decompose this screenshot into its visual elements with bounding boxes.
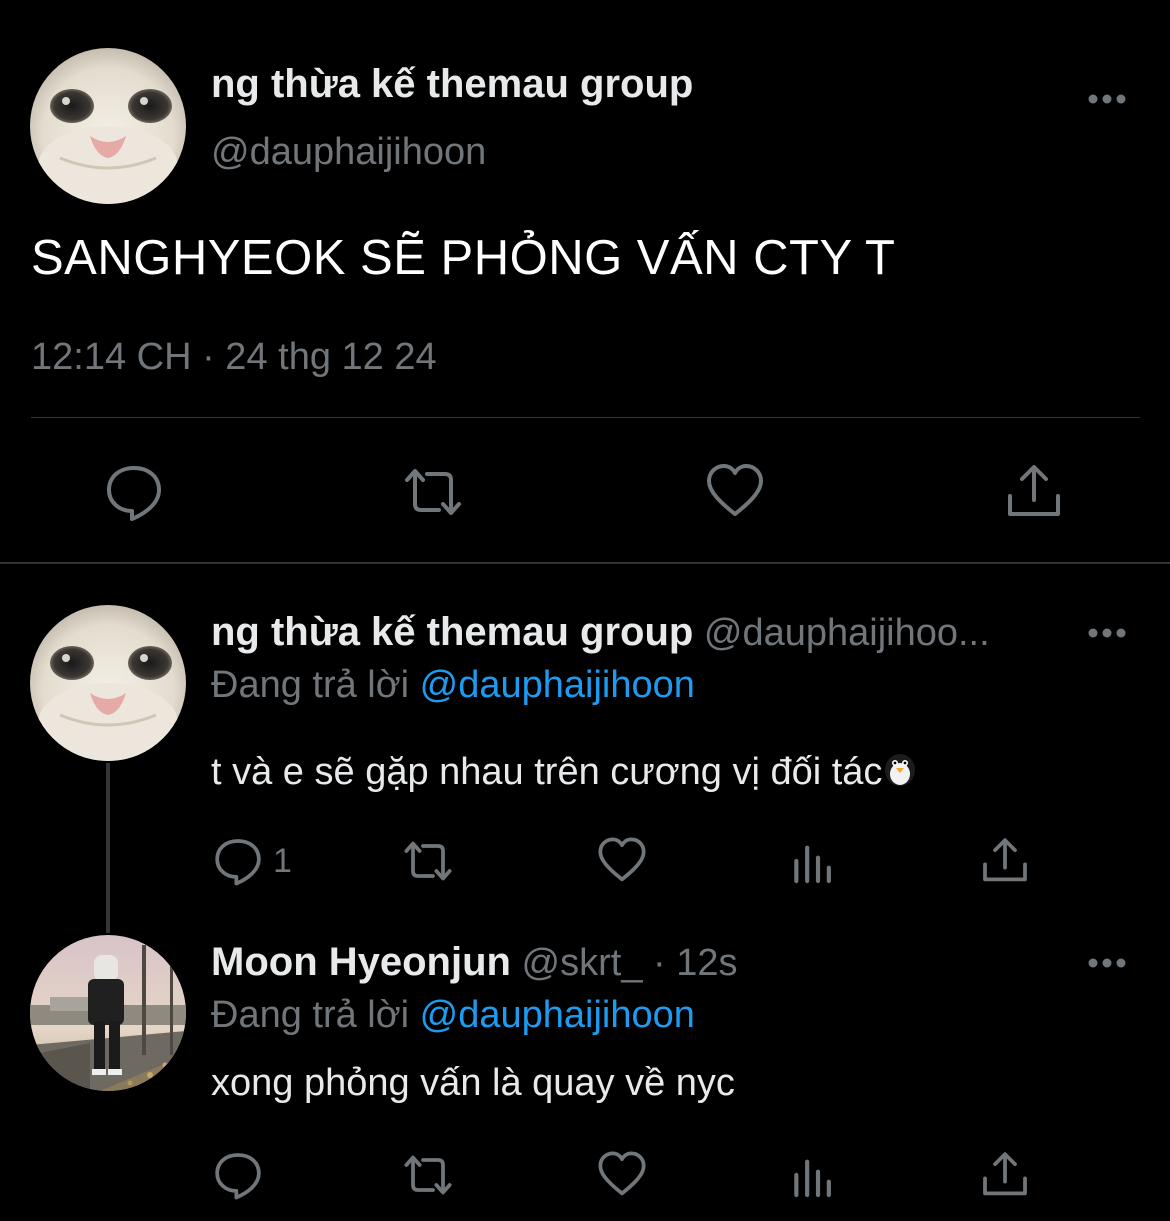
penguin-emoji-icon [882, 748, 918, 788]
more-options-icon[interactable] [1087, 626, 1127, 640]
divider [31, 417, 1140, 418]
main-tweet: ng thừa kế themau group @dauphaijihoon S… [0, 0, 1170, 564]
reply-1-replying-to: Đang trả lời @dauphaijihoon [211, 664, 695, 707]
reply-2-text: xong phỏng vấn là quay về nyc [211, 1062, 735, 1104]
share-icon[interactable] [1004, 462, 1064, 522]
street-photo-avatar-icon [30, 935, 186, 1091]
tweet-thread-page: ng thừa kế themau group @dauphaijihoon S… [0, 0, 1170, 1221]
replying-mention-link[interactable]: @dauphaijihoon [420, 994, 695, 1036]
reply-1-handle[interactable]: @dauphaijihoo... [704, 612, 990, 654]
share-icon[interactable] [980, 836, 1030, 886]
cat-face-avatar-icon [30, 605, 186, 761]
like-icon[interactable] [597, 1150, 647, 1200]
reply-1-text-body: t và e sẽ gặp nhau trên cương vị đối tác [211, 751, 883, 793]
reply-2-replying-to: Đang trả lời @dauphaijihoon [211, 994, 695, 1037]
retweet-icon[interactable] [403, 1150, 453, 1200]
reply-count: 1 [273, 842, 292, 880]
reply-icon[interactable] [213, 1150, 263, 1200]
reply-2-avatar[interactable] [30, 935, 186, 1091]
reply-1-avatar[interactable] [30, 605, 186, 761]
reply-2-display-name[interactable]: Moon Hyeonjun [211, 940, 511, 984]
retweet-icon[interactable] [403, 836, 453, 886]
replying-label: Đang trả lời [211, 664, 410, 706]
reply-icon[interactable] [213, 836, 263, 886]
thread-connector-line [106, 763, 110, 933]
tweet-timestamp[interactable]: 12:14 CH · 24 thg 12 24 [31, 336, 437, 379]
share-icon[interactable] [980, 1150, 1030, 1200]
replying-label: Đang trả lời [211, 994, 410, 1036]
main-handle[interactable]: @dauphaijihoon [211, 131, 486, 174]
analytics-icon[interactable] [788, 836, 838, 886]
like-icon[interactable] [597, 836, 647, 886]
more-options-icon[interactable] [1087, 92, 1127, 106]
reply-2-header: Moon Hyeonjun @skrt_ · 12s [211, 940, 738, 985]
retweet-icon[interactable] [403, 462, 463, 522]
main-tweet-text: SANGHYEOK SẼ PHỎNG VẤN CTY T [31, 231, 896, 285]
main-display-name[interactable]: ng thừa kế themau group [211, 62, 693, 107]
reply-icon[interactable] [104, 462, 164, 522]
reply-1-display-name[interactable]: ng thừa kế themau group [211, 610, 693, 654]
reply-2-handle[interactable]: @skrt_ · 12s [522, 942, 738, 984]
reply-1-header: ng thừa kế themau group @dauphaijihoo... [211, 610, 990, 655]
replying-mention-link[interactable]: @dauphaijihoon [420, 664, 695, 706]
main-avatar[interactable] [30, 48, 186, 204]
reply-1-text: t và e sẽ gặp nhau trên cương vị đối tác [211, 748, 918, 794]
analytics-icon[interactable] [788, 1150, 838, 1200]
like-icon[interactable] [705, 462, 765, 522]
more-options-icon[interactable] [1087, 956, 1127, 970]
section-divider [0, 562, 1170, 564]
cat-face-avatar-icon [30, 48, 186, 204]
